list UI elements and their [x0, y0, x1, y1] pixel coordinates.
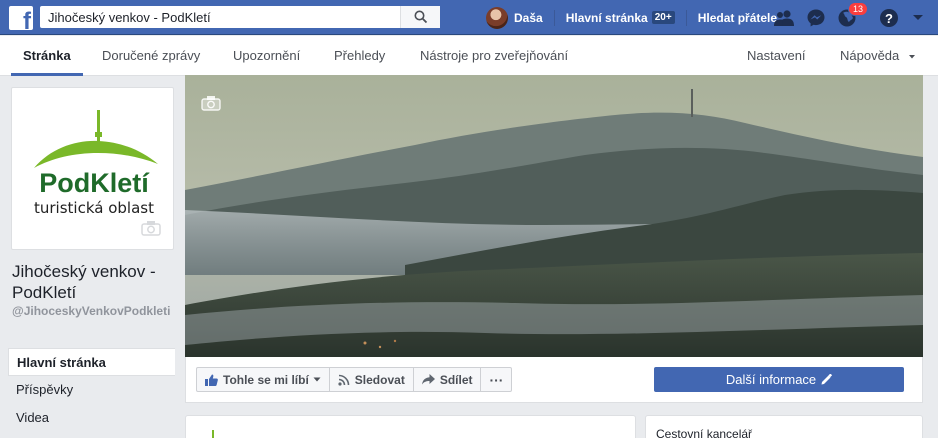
help-icon: ? [880, 9, 898, 27]
profile-link[interactable]: Daša [484, 0, 552, 35]
page-category[interactable]: Cestovní kancelář [656, 427, 752, 438]
caret-down-icon [908, 54, 915, 59]
follow-button[interactable]: Sledovat [328, 367, 414, 392]
friends-icon [774, 10, 794, 26]
camera-icon[interactable] [141, 220, 161, 236]
search-button[interactable] [400, 6, 440, 28]
tab-inbox[interactable]: Doručené zprávy [102, 36, 200, 76]
nav-separator [553, 9, 555, 26]
cover-photo[interactable] [185, 75, 923, 357]
follow-button-label: Sledovat [354, 372, 405, 387]
nav-separator [685, 9, 687, 26]
about-card: Cestovní kancelář [645, 415, 923, 438]
account-menu-button[interactable] [905, 5, 931, 31]
sidebar-item-videos[interactable]: Videa [8, 404, 175, 432]
logo-wordmark: PodKletí [39, 168, 150, 198]
search-input[interactable] [40, 6, 400, 28]
tab-publishing-tools[interactable]: Nástroje pro zveřejňování [420, 36, 568, 76]
find-friends-label: Hledat přátele [697, 10, 778, 25]
messages-button[interactable] [803, 5, 829, 31]
pencil-icon [821, 374, 833, 385]
search-bar [40, 6, 440, 28]
home-badge: 20+ [651, 11, 675, 24]
composer-card [185, 415, 636, 438]
tab-settings[interactable]: Nastavení [747, 36, 806, 76]
page-title: Jihočeský venkov - PodKletí [12, 262, 156, 302]
caret-down-icon [913, 15, 923, 20]
action-button-group: Tohle se mi líbí Sledovat Sdílet ··· [196, 367, 513, 392]
page-tab-bar: Stránka Doručené zprávy Upozornění Přehl… [0, 36, 938, 76]
like-button[interactable]: Tohle se mi líbí [196, 367, 330, 392]
facebook-logo-icon[interactable]: f [9, 6, 33, 30]
page-avatar-thumbnail [212, 430, 214, 438]
camera-icon[interactable] [201, 95, 221, 111]
notifications-count-badge: 13 [848, 2, 869, 16]
tab-insights[interactable]: Přehledy [334, 36, 385, 76]
caret-down-icon [313, 377, 321, 382]
home-label: Hlavní stránka [565, 10, 648, 25]
page-handle[interactable]: @JihoceskyVenkovPodkleti [12, 304, 177, 319]
more-info-label: Další informace [725, 372, 817, 387]
like-button-label: Tohle se mi líbí [223, 372, 309, 387]
page-actions-bar: Tohle se mi líbí Sledovat Sdílet ··· Dal… [185, 357, 923, 403]
profile-picture-card[interactable]: PodKletí turistická oblast [11, 87, 174, 250]
thumbs-up-icon [205, 374, 218, 386]
share-button-label: Sdílet [439, 372, 473, 387]
user-name: Daša [514, 10, 543, 25]
page-sidebar-nav: Hlavní stránka Příspěvky Videa [8, 348, 175, 432]
friend-requests-button[interactable] [771, 5, 797, 31]
logo-tagline: turistická oblast [34, 199, 154, 217]
help-button[interactable]: ? [876, 5, 902, 31]
cover-landscape-image [185, 75, 923, 357]
avatar [486, 6, 508, 29]
sidebar-item-posts[interactable]: Příspěvky [8, 376, 175, 404]
messenger-icon [807, 9, 825, 27]
tab-help-label: Nápověda [840, 48, 900, 63]
rss-icon [338, 374, 350, 386]
top-navigation-bar: f Daša Hlavní stránka 20+ Hledat přátele… [0, 0, 938, 35]
search-icon [414, 10, 427, 24]
tab-page[interactable]: Stránka [11, 36, 83, 76]
more-options-icon: ··· [489, 371, 504, 388]
sidebar-item-home[interactable]: Hlavní stránka [8, 348, 175, 376]
notifications-button[interactable]: 13 [834, 2, 869, 31]
help-glyph: ? [885, 11, 893, 26]
share-arrow-icon [421, 374, 435, 385]
more-info-button[interactable]: Další informace [654, 367, 904, 392]
top-nav-links: Daša Hlavní stránka 20+ Hledat přátele [484, 0, 786, 35]
share-button[interactable]: Sdílet [412, 367, 482, 392]
tab-help[interactable]: Nápověda [840, 36, 916, 76]
home-link[interactable]: Hlavní stránka 20+ [557, 0, 684, 35]
more-options-button[interactable]: ··· [480, 367, 513, 392]
tab-notifications[interactable]: Upozornění [233, 36, 300, 76]
